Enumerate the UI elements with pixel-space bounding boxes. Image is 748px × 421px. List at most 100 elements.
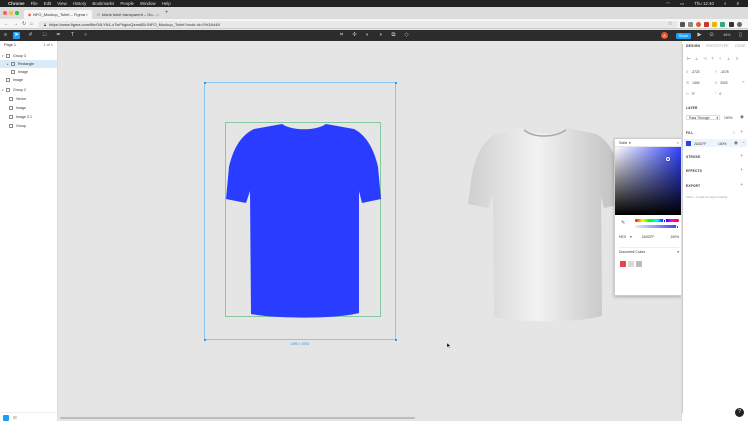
new-tab-button[interactable]: +	[165, 10, 169, 16]
minimize-window-button[interactable]	[9, 10, 13, 15]
menu-file[interactable]: File	[31, 1, 38, 6]
plugin-icon[interactable]	[3, 414, 9, 421]
tab-code[interactable]: CODE	[735, 44, 746, 48]
url-input[interactable]: 🔒︎ https://www.figma.com/file/04LYN4-oTw…	[38, 20, 678, 28]
opacity-slider[interactable]	[635, 224, 679, 229]
back-icon[interactable]: ←	[4, 21, 9, 27]
layer-row[interactable]: Image	[0, 68, 57, 76]
battery-icon[interactable]: ▭	[680, 1, 684, 7]
search-icon[interactable]: ⌕	[724, 1, 726, 6]
menubar-app-name[interactable]: Chrome	[8, 1, 25, 6]
menu-bookmarks[interactable]: Bookmarks	[92, 1, 114, 6]
reload-icon[interactable]: ↻	[22, 21, 26, 27]
comment-tool-icon[interactable]: ○	[82, 32, 89, 39]
profile-icon[interactable]	[737, 21, 742, 27]
zoom-level[interactable]: 46%	[720, 32, 734, 39]
avatar[interactable]: A	[661, 32, 668, 39]
resize-handle[interactable]	[394, 81, 397, 84]
resize-handle[interactable]	[394, 338, 397, 341]
library-icon[interactable]: ⊙	[708, 32, 715, 39]
extension-icon[interactable]	[712, 21, 717, 27]
color-swatch-red[interactable]	[620, 261, 626, 267]
bookmark-star-icon[interactable]: ☆	[668, 21, 672, 27]
y-field[interactable]: Y -1078	[715, 69, 729, 74]
close-window-button[interactable]	[3, 10, 7, 15]
visibility-eye-icon[interactable]: ◉	[740, 114, 744, 120]
shape-tool-icon[interactable]: □	[41, 32, 48, 39]
tab-design[interactable]: DESIGN	[686, 44, 700, 48]
align-left-icon[interactable]: ⊢	[687, 56, 690, 61]
wifi-icon[interactable]: ◠	[666, 1, 670, 7]
layer-row[interactable]: Image 2.1	[0, 113, 57, 121]
fill-hex-field[interactable]: 2A3CFF	[694, 141, 706, 146]
menubar-clock[interactable]: Thu 12:40	[694, 1, 714, 6]
crop-icon[interactable]: ⌗	[338, 32, 345, 39]
color-selector-handle[interactable]	[666, 157, 670, 161]
add-export-icon[interactable]: +	[740, 182, 743, 187]
extension-icon[interactable]	[696, 21, 701, 27]
menu-window[interactable]: Window	[140, 1, 156, 6]
forward-icon[interactable]: →	[13, 21, 18, 27]
eyedropper-icon[interactable]: ✎	[621, 220, 625, 226]
tab-google-search[interactable]: G blank tshirt transparent – Go… ×	[93, 10, 161, 19]
layer-row[interactable]: Group	[0, 122, 57, 130]
pen-tool-icon[interactable]: ✒	[55, 32, 62, 39]
zoom-window-button[interactable]	[15, 10, 19, 15]
extension-icon[interactable]	[720, 21, 725, 27]
menu-view[interactable]: View	[57, 1, 66, 6]
align-right-icon[interactable]: ⊣	[703, 56, 706, 61]
frame-tool-icon[interactable]: #	[27, 32, 34, 39]
menu-edit[interactable]: Edit	[44, 1, 52, 6]
fill-icon[interactable]: ◑	[377, 32, 384, 39]
mask-icon[interactable]: ◐	[364, 32, 371, 39]
close-tab-icon[interactable]: ×	[157, 12, 159, 17]
styles-grid-icon[interactable]: ⁘	[732, 130, 736, 136]
component-icon[interactable]: ✢	[351, 32, 358, 39]
page-selector[interactable]: Page 1	[4, 43, 16, 47]
height-field[interactable]: H 2002	[715, 80, 728, 85]
align-bottom-icon[interactable]: ⊥	[727, 56, 730, 61]
resize-handle[interactable]	[203, 338, 206, 341]
menu-help[interactable]: Help	[162, 1, 171, 6]
close-tab-icon[interactable]: ×	[86, 12, 88, 17]
white-tshirt-photo[interactable]	[466, 124, 626, 322]
color-library-dropdown[interactable]: Document Colors	[619, 250, 645, 254]
fill-type-dropdown[interactable]: Solid	[619, 141, 627, 145]
text-tool-icon[interactable]: T	[69, 32, 76, 39]
move-tool-icon[interactable]: ➤	[13, 32, 20, 39]
sidebar-toggle-icon[interactable]: ▯	[737, 32, 744, 39]
fill-color-swatch[interactable]	[686, 141, 691, 146]
blue-tshirt-shape[interactable]	[226, 121, 382, 318]
share-button[interactable]: Share	[676, 32, 691, 39]
color-format-dropdown[interactable]: HEX	[619, 235, 626, 239]
saturation-brightness-field[interactable]	[615, 147, 683, 215]
assets-icon[interactable]: ⊞	[13, 415, 17, 421]
add-stroke-icon[interactable]: +	[740, 153, 743, 158]
layer-row[interactable]: Image	[0, 76, 57, 84]
layer-row[interactable]: Image	[0, 104, 57, 112]
align-middle-icon[interactable]: ⊺	[719, 56, 721, 61]
layer-row[interactable]: ▾ Group 2	[0, 86, 57, 94]
color-picker-popup[interactable]: Solid ▾ × ✎ HEX ▾ 2A3CFF 100% Document C…	[614, 138, 683, 296]
hex-input[interactable]: 2A3CFF	[642, 235, 655, 239]
width-field[interactable]: W 1349	[686, 80, 699, 85]
align-center-icon[interactable]: ⊥	[695, 56, 698, 61]
hue-slider[interactable]	[635, 218, 679, 223]
layer-row[interactable]: Vector	[0, 95, 57, 103]
horizontal-scrollbar[interactable]	[60, 417, 415, 419]
hue-slider-handle[interactable]	[663, 218, 666, 223]
color-swatch-gray[interactable]	[636, 261, 642, 267]
flatten-icon[interactable]: ◇	[403, 32, 410, 39]
help-button[interactable]: ?	[735, 408, 744, 417]
x-field[interactable]: X -3720	[686, 69, 700, 74]
menu-people[interactable]: People	[120, 1, 134, 6]
opacity-input[interactable]: 100%	[670, 235, 679, 239]
align-top-icon[interactable]: ⊤	[711, 56, 714, 61]
remove-icon[interactable]: −	[742, 140, 745, 145]
extension-icon[interactable]	[729, 21, 734, 27]
menu-history[interactable]: History	[73, 1, 87, 6]
close-icon[interactable]: ×	[677, 140, 679, 145]
extension-icon[interactable]	[688, 21, 693, 27]
canvas[interactable]: 1496 × 2093	[58, 41, 680, 421]
extension-icon[interactable]	[704, 21, 709, 27]
